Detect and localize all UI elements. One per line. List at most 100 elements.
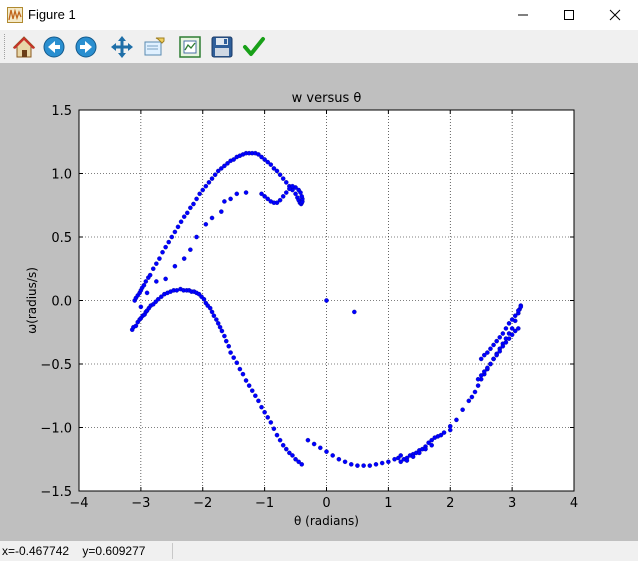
y-tick-label: 1.5 <box>51 104 72 119</box>
data-point <box>191 201 196 207</box>
y-tick-label: 1.0 <box>51 168 72 183</box>
data-point <box>488 361 493 367</box>
data-point <box>207 305 213 311</box>
data-point <box>256 398 261 404</box>
floppy-disk-icon <box>211 36 232 57</box>
data-point <box>141 283 147 288</box>
data-point <box>482 369 487 374</box>
data-point <box>410 454 416 459</box>
data-point <box>299 194 304 199</box>
x-tick-label: −4 <box>69 496 88 511</box>
close-icon <box>609 9 621 21</box>
data-point <box>219 328 225 334</box>
data-point <box>147 272 153 278</box>
data-point <box>469 394 475 400</box>
data-point <box>478 373 484 378</box>
move-arrows-icon <box>110 35 133 58</box>
data-point <box>447 427 453 433</box>
data-point <box>203 183 209 189</box>
x-tick-label: 1 <box>384 496 392 511</box>
close-button[interactable] <box>592 0 638 30</box>
data-point <box>398 453 403 458</box>
data-point <box>274 432 280 438</box>
minimize-button[interactable] <box>500 0 546 30</box>
data-point <box>423 446 428 452</box>
data-point <box>265 415 270 420</box>
toolbar-grip[interactable] <box>4 34 8 59</box>
data-point <box>203 222 209 227</box>
data-point <box>206 180 212 185</box>
data-point <box>342 459 348 465</box>
maximize-button[interactable] <box>546 0 592 30</box>
figure-canvas[interactable]: −4 −3 −2 −1 0 1 2 3 4 −1.5 −1.0 −0.5 0.0 0.5 1.0 1.5 w … <box>0 63 638 541</box>
data-point <box>438 432 444 438</box>
data-point <box>284 446 289 452</box>
data-point <box>271 426 277 432</box>
data-point <box>466 398 472 404</box>
data-point <box>512 313 518 318</box>
data-point <box>215 321 221 326</box>
configure-subplots-icon <box>178 35 201 58</box>
data-point <box>392 456 397 462</box>
back-arrow-icon <box>43 36 64 57</box>
scatter-chart[interactable]: −4 −3 −2 −1 0 1 2 3 4 −1.5 −1.0 −0.5 0.0 0.5 1.0 1.5 w … <box>0 63 638 541</box>
data-point <box>379 460 385 466</box>
data-point <box>175 224 181 230</box>
x-tick-label: −1 <box>255 496 274 511</box>
data-point <box>280 176 286 181</box>
data-point <box>277 437 283 443</box>
y-tick-label: 0.0 <box>51 295 72 310</box>
home-button[interactable] <box>10 33 37 60</box>
data-point <box>432 435 438 440</box>
data-point <box>212 172 218 178</box>
edit-button[interactable] <box>240 33 267 60</box>
x-tick-label: 0 <box>322 496 330 511</box>
checkmark-icon <box>242 36 265 56</box>
matplotlib-app-icon <box>7 7 23 23</box>
data-point <box>417 450 422 456</box>
forward-button[interactable] <box>72 33 99 60</box>
data-point <box>133 323 139 329</box>
zoom-button[interactable] <box>140 33 167 60</box>
data-point <box>172 229 178 235</box>
data-point <box>287 186 292 191</box>
chart-title: w versus θ <box>292 91 362 106</box>
data-point <box>246 383 252 388</box>
data-point <box>231 355 236 360</box>
x-tick-label: 2 <box>446 496 454 511</box>
data-point <box>516 326 521 331</box>
y-tick-label: −0.5 <box>40 358 72 373</box>
data-point <box>494 338 499 344</box>
data-point <box>460 407 465 412</box>
data-point <box>237 366 243 372</box>
data-point <box>506 321 512 326</box>
data-point <box>355 463 360 468</box>
data-point <box>268 162 274 167</box>
data-point <box>324 298 329 303</box>
data-point <box>503 326 509 331</box>
data-point <box>478 356 484 362</box>
data-point <box>138 304 144 310</box>
x-tick-label: −3 <box>131 496 150 511</box>
data-point <box>197 191 202 197</box>
x-tick-label: 3 <box>508 496 516 511</box>
data-point <box>178 219 184 225</box>
status-separator <box>172 543 173 559</box>
save-button[interactable] <box>208 33 235 60</box>
y-axis-label: ω(radius/s) <box>25 267 39 334</box>
title-bar: Figure 1 <box>0 0 638 30</box>
data-point <box>503 340 509 345</box>
data-point <box>154 261 159 266</box>
data-point <box>506 336 512 341</box>
minimize-icon <box>518 14 528 16</box>
data-point <box>163 276 168 282</box>
pan-button[interactable] <box>108 33 135 60</box>
data-point <box>163 244 168 250</box>
y-tick-label: −1.5 <box>40 485 72 500</box>
subplots-button[interactable] <box>176 33 203 60</box>
data-point <box>222 333 227 339</box>
zoom-rect-icon <box>144 37 164 55</box>
data-point <box>243 190 249 195</box>
data-point <box>367 463 373 468</box>
back-button[interactable] <box>40 33 67 60</box>
